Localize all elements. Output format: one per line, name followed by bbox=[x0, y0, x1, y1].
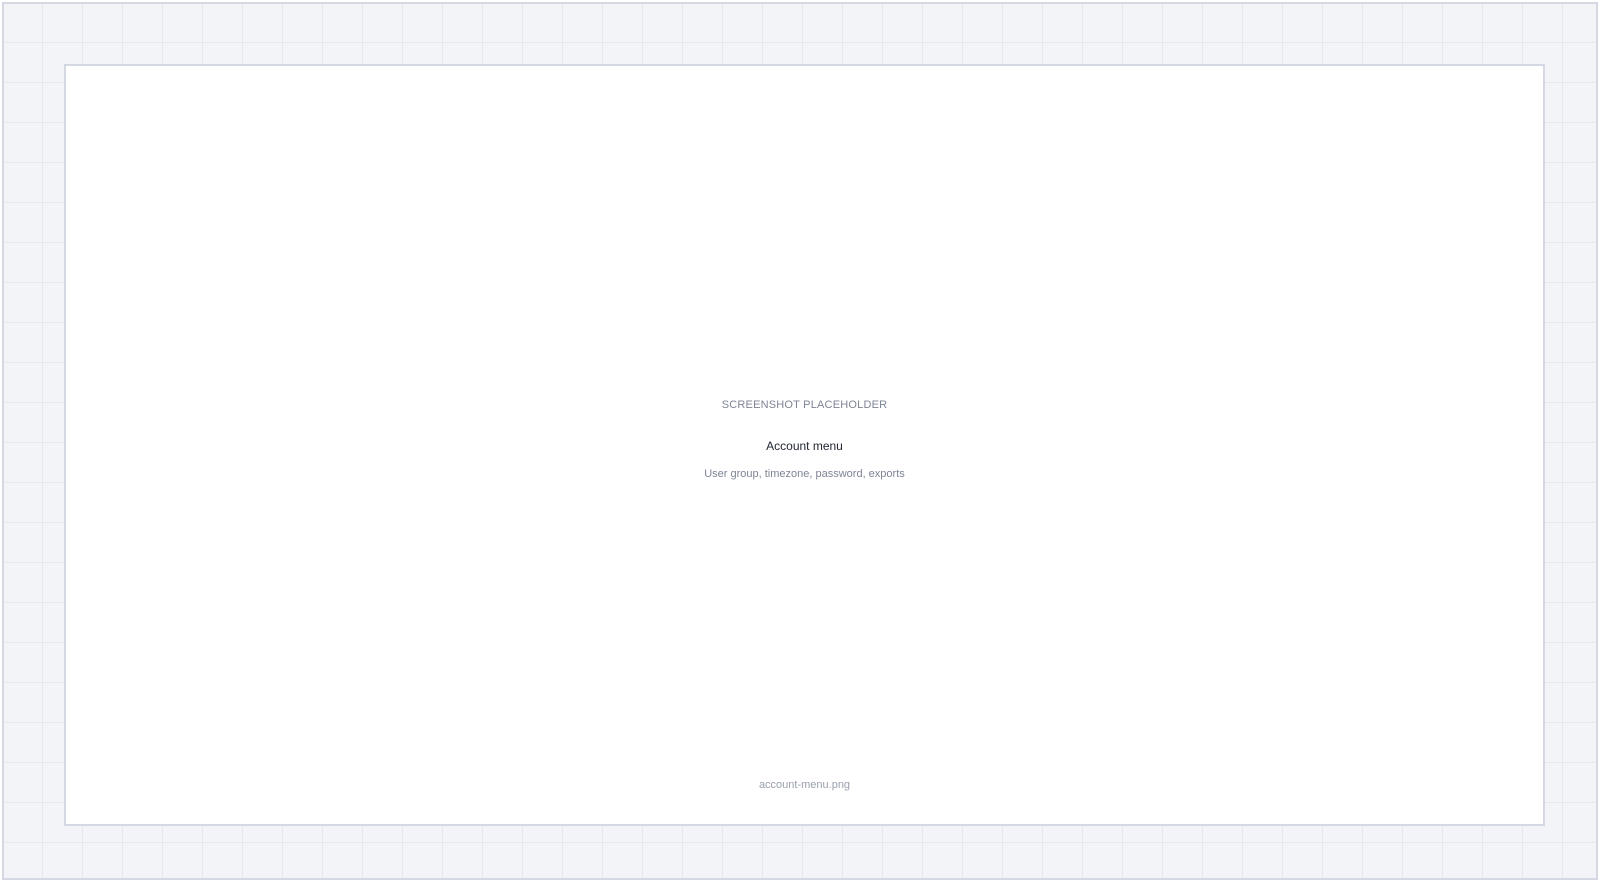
placeholder-frame: SCREENSHOT PLACEHOLDER Account menu User… bbox=[2, 2, 1598, 880]
placeholder-filename: account-menu.png bbox=[758, 779, 851, 791]
placeholder-title: Account menu bbox=[766, 439, 843, 453]
placeholder-kicker: SCREENSHOT PLACEHOLDER bbox=[721, 399, 888, 411]
screenshot-placeholder-card: SCREENSHOT PLACEHOLDER Account menu User… bbox=[64, 64, 1545, 826]
placeholder-subtitle: User group, timezone, password, exports bbox=[704, 468, 905, 480]
